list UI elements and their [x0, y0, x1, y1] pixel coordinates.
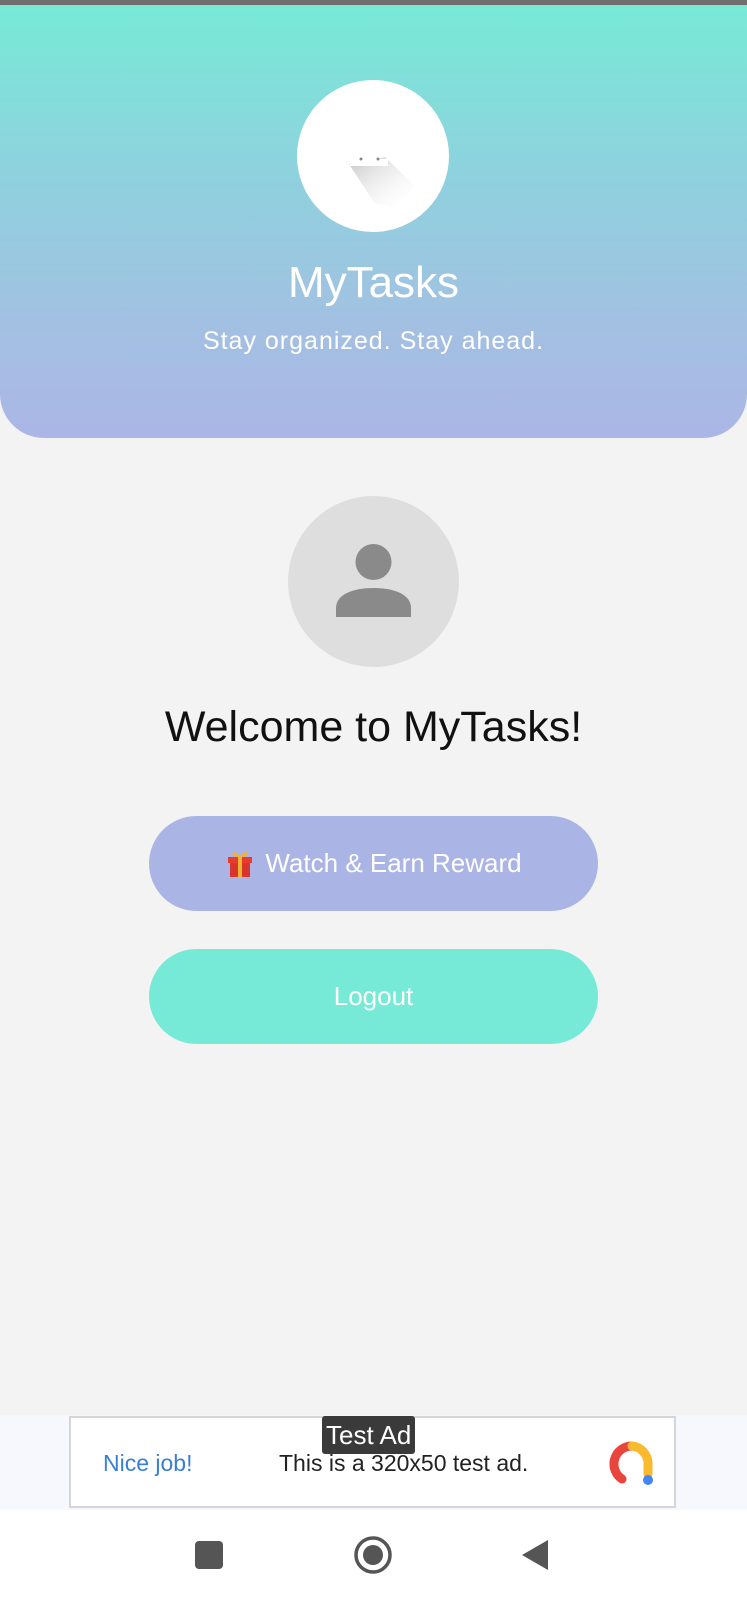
avatar [288, 496, 459, 667]
home-button[interactable] [348, 1530, 398, 1580]
back-triangle-icon [522, 1540, 548, 1570]
home-circle-icon [354, 1536, 392, 1574]
back-button[interactable] [510, 1530, 560, 1580]
ad-logo-icon [609, 1441, 653, 1485]
watch-earn-reward-button[interactable]: Watch & Earn Reward [149, 816, 598, 911]
system-nav-bar [0, 1510, 747, 1600]
recents-square-icon [195, 1541, 223, 1569]
calendar-logo-icon [349, 157, 415, 206]
reward-button-label: Watch & Earn Reward [265, 848, 522, 878]
ad-cta-text[interactable]: Nice job! [103, 1448, 192, 1478]
app-header: MyTasks Stay organized. Stay ahead. [0, 5, 747, 438]
app-subtitle: Stay organized. Stay ahead. [202, 327, 545, 355]
person-icon [336, 544, 411, 617]
app-title: MyTasks [287, 258, 460, 307]
logout-button[interactable]: Logout [149, 949, 598, 1044]
welcome-message: Welcome to MyTasks! [164, 703, 583, 751]
test-ad-badge: Test Ad [322, 1416, 416, 1454]
gift-icon [228, 851, 253, 877]
recents-button[interactable] [184, 1530, 234, 1580]
logout-button-label: Logout [333, 981, 414, 1011]
app-logo [297, 80, 449, 232]
